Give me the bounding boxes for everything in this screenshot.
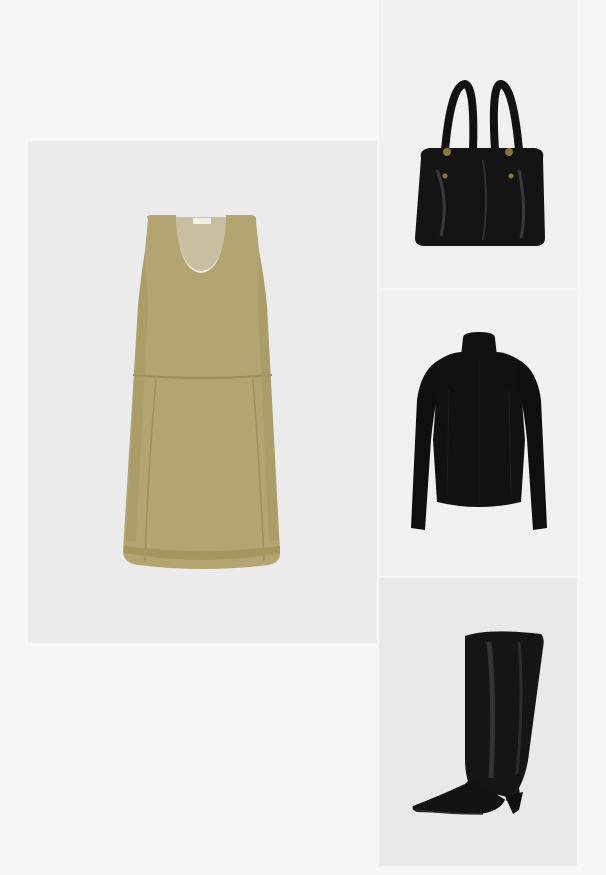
pinafore-dress-icon <box>123 215 281 569</box>
knee-high-boot-icon <box>412 631 544 815</box>
handbag-icon <box>415 79 545 246</box>
handbag-product-tile[interactable] <box>379 0 577 288</box>
dress-product-tile[interactable] <box>28 141 377 643</box>
knee-high-boot-product-tile[interactable] <box>379 578 577 866</box>
turtleneck-top-product-tile[interactable] <box>379 290 577 576</box>
turtleneck-top-icon <box>411 332 547 530</box>
